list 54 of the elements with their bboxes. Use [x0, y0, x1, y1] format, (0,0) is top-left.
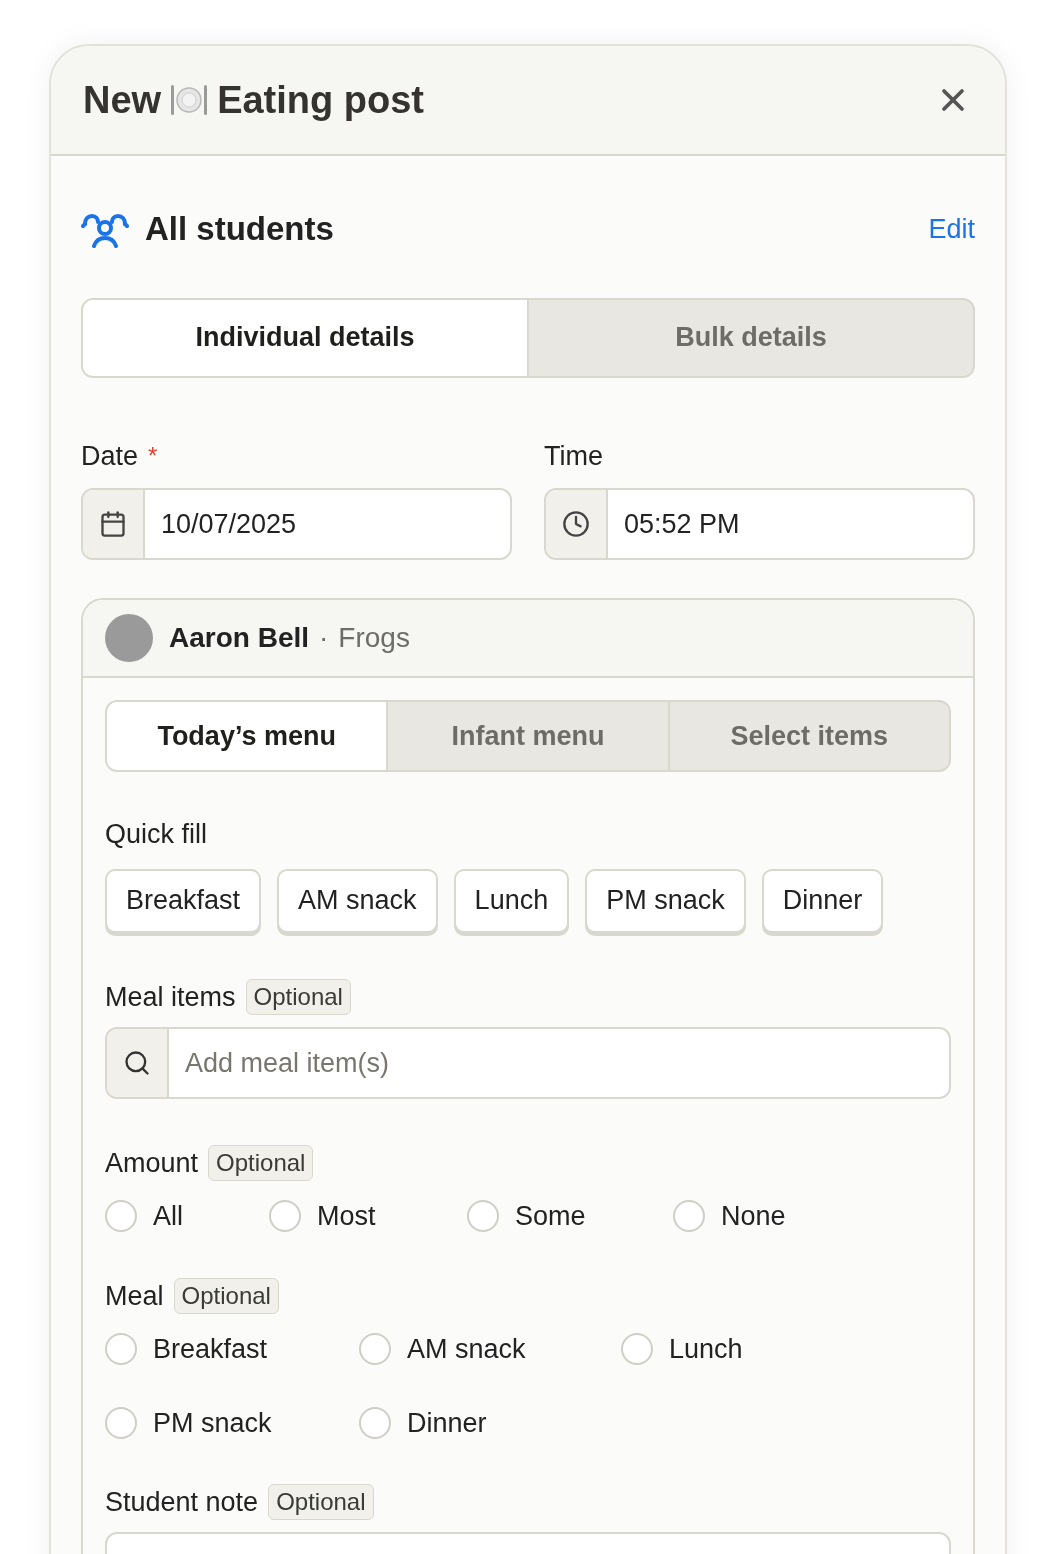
calendar-icon [99, 510, 127, 538]
radio-option[interactable]: Some [467, 1195, 673, 1236]
radio-label: Breakfast [153, 1332, 268, 1366]
quick-fill-button[interactable]: Breakfast [105, 868, 262, 933]
field-label: Time [544, 439, 603, 473]
radio-label: AM snack [407, 1332, 526, 1366]
optional-badge: Optional [245, 978, 351, 1015]
radio-option[interactable]: PM snack [105, 1403, 359, 1444]
separator-dot: · [319, 621, 329, 655]
field-label: Quick fill [105, 818, 207, 851]
radio-option[interactable]: None [673, 1195, 853, 1236]
optional-badge: Optional [268, 1483, 374, 1520]
audience-label: All students [145, 209, 334, 249]
quick-fill-button[interactable]: PM snack [585, 868, 746, 933]
edit-link[interactable]: Edit [928, 208, 975, 249]
segment-tab[interactable]: Select items [667, 702, 949, 770]
radio-option[interactable]: Dinner [359, 1403, 621, 1444]
radio-label: None [721, 1199, 786, 1233]
field-label: Amount [105, 1147, 199, 1180]
quick-fill-button[interactable]: Dinner [761, 868, 884, 933]
segment-tab[interactable]: Today’s menu [107, 702, 387, 770]
dialog-title: Eating post [217, 77, 425, 123]
radio-option[interactable]: AM snack [359, 1328, 621, 1369]
radio-label: All [153, 1199, 183, 1233]
radio-option[interactable]: Breakfast [105, 1328, 359, 1369]
search-icon [123, 1049, 151, 1077]
clock-icon [562, 510, 590, 538]
student-group: Frogs [338, 617, 410, 659]
field-label: Student note [105, 1485, 259, 1519]
time-field[interactable]: 05:52 PM [544, 488, 975, 560]
field-label: Meal [105, 1280, 164, 1313]
segment-tab[interactable]: Infant menu [386, 702, 668, 770]
segment-tab[interactable]: Bulk details [527, 299, 973, 376]
segment-tab[interactable]: Individual details [83, 299, 527, 376]
quick-fill-button[interactable]: Lunch [453, 868, 570, 933]
radio-label: Dinner [407, 1407, 487, 1440]
optional-badge: Optional [173, 1278, 279, 1315]
avatar [105, 614, 153, 662]
radio-label: Some [515, 1199, 586, 1233]
student-name: Aaron Bell [169, 621, 310, 655]
radio-option[interactable]: Most [269, 1195, 467, 1236]
optional-badge: Optional [208, 1145, 314, 1182]
date-field[interactable]: 10/07/2025 [81, 488, 512, 560]
radio-label: Lunch [669, 1332, 743, 1366]
field-label: Meal items [105, 980, 236, 1014]
quick-fill-button[interactable]: AM snack [277, 868, 438, 933]
plate-icon [169, 82, 210, 118]
radio-option[interactable]: All [105, 1195, 269, 1236]
radio-option[interactable]: Lunch [621, 1328, 861, 1369]
radio-label: Most [317, 1199, 376, 1233]
required-mark: * [148, 440, 158, 471]
dialog-title: New [83, 77, 162, 123]
field-label: Date [81, 439, 139, 473]
radio-label: PM snack [153, 1407, 272, 1440]
